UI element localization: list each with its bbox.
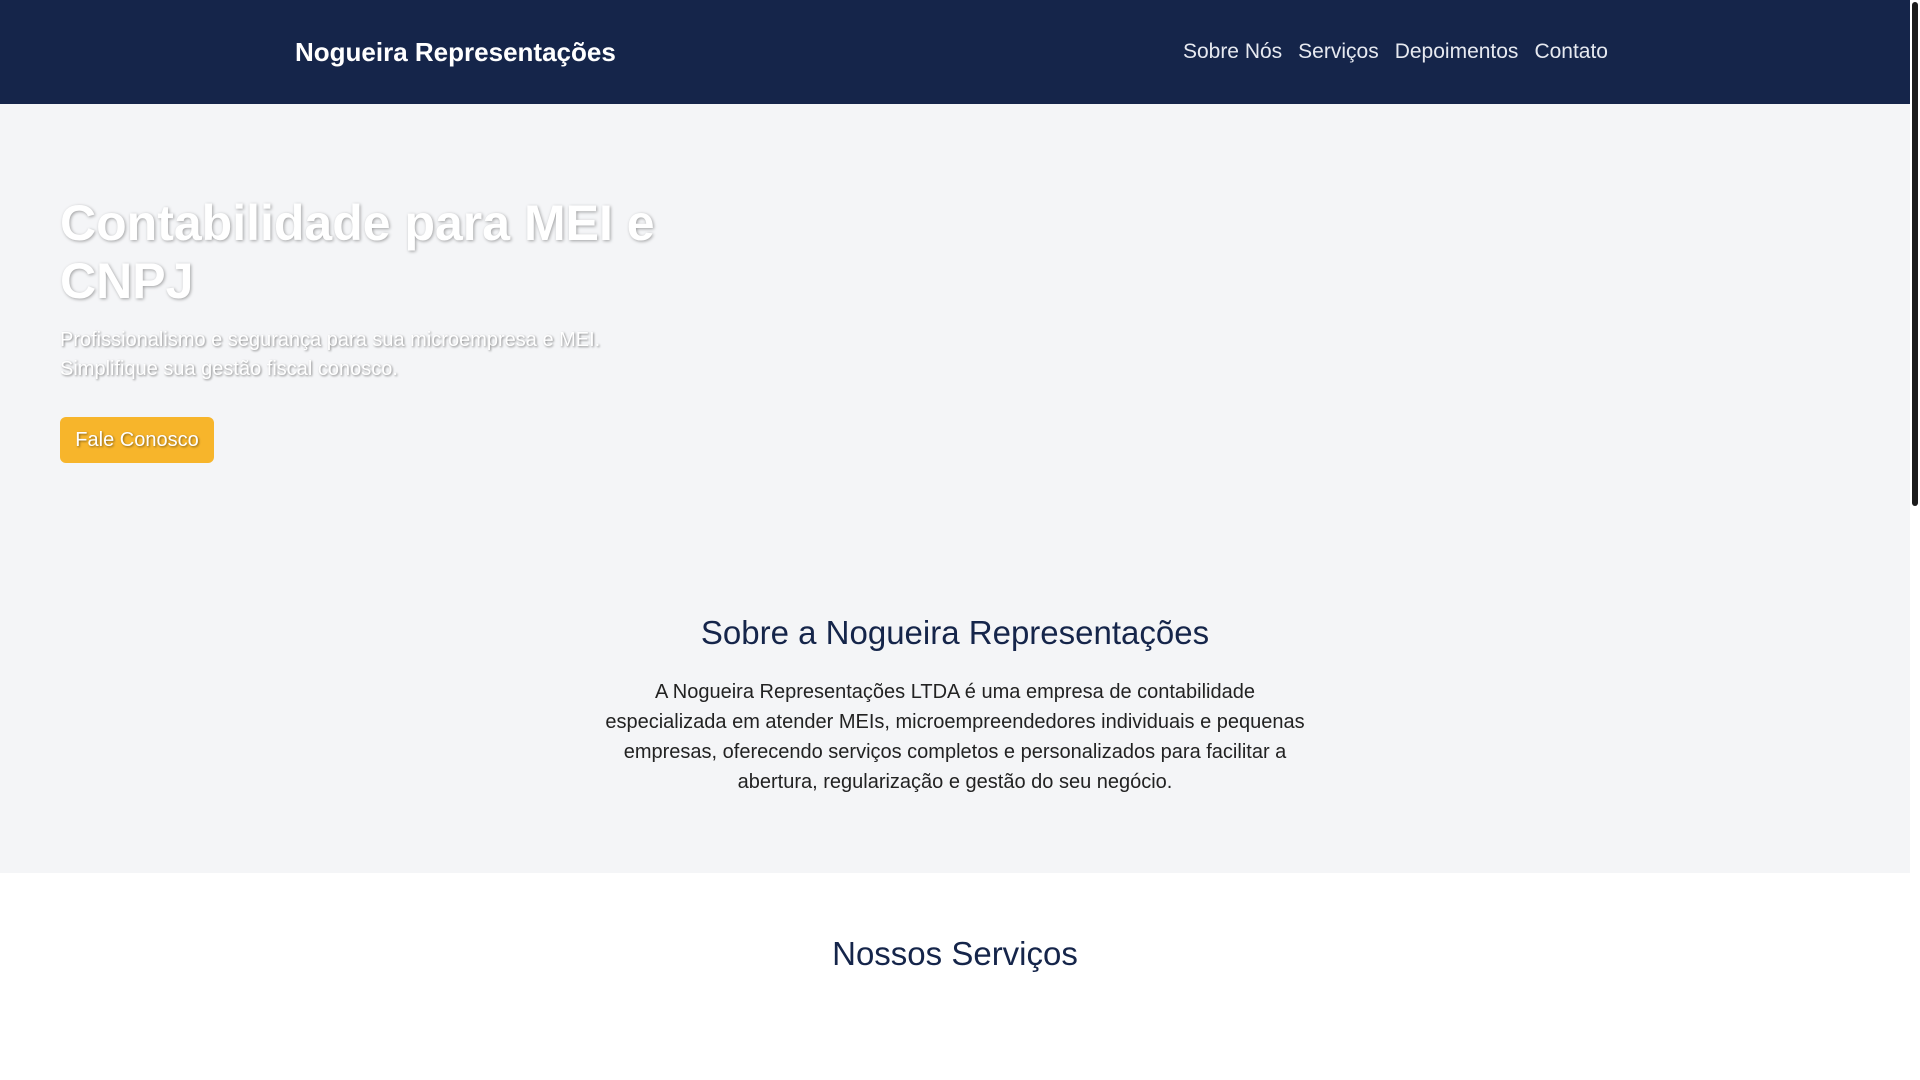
hero-title: Contabilidade para MEI e CNPJ <box>60 195 655 309</box>
about-text: A Nogueira Representações LTDA é uma emp… <box>605 681 1305 793</box>
about-section: Sobre a Nogueira Representações A Noguei… <box>0 544 1910 873</box>
nav-link-contato[interactable]: Contato <box>1534 40 1608 64</box>
nav-link-depoimentos[interactable]: Depoimentos <box>1395 40 1519 64</box>
hero-subtitle: Profissionalismo e segurança para sua mi… <box>60 329 601 380</box>
hero-section: Contabilidade para MEI e CNPJ Profission… <box>0 104 1910 544</box>
page-scrollbar[interactable] <box>1910 0 1920 1080</box>
site-header: Nogueira Representações Sobre Nós Serviç… <box>0 0 1910 104</box>
fale-conosco-button[interactable]: Fale Conosco <box>60 417 214 463</box>
page: Nogueira Representações Sobre Nós Serviç… <box>0 0 1910 1080</box>
brand-logo-text[interactable]: Nogueira Representações <box>295 0 616 104</box>
browser-viewport: Nogueira Representações Sobre Nós Serviç… <box>0 0 1920 1080</box>
nav-link-servicos[interactable]: Serviços <box>1298 40 1379 64</box>
about-title: Sobre a Nogueira Representações <box>700 614 1210 651</box>
services-title: Nossos Serviços <box>832 935 1078 972</box>
scrollbar-thumb[interactable] <box>1912 2 1918 506</box>
nav-link-sobre-nos[interactable]: Sobre Nós <box>1183 40 1282 64</box>
main-nav: Sobre Nós Serviços Depoimentos Contato <box>1183 0 1608 104</box>
services-section: Nossos Serviços <box>0 873 1910 1080</box>
